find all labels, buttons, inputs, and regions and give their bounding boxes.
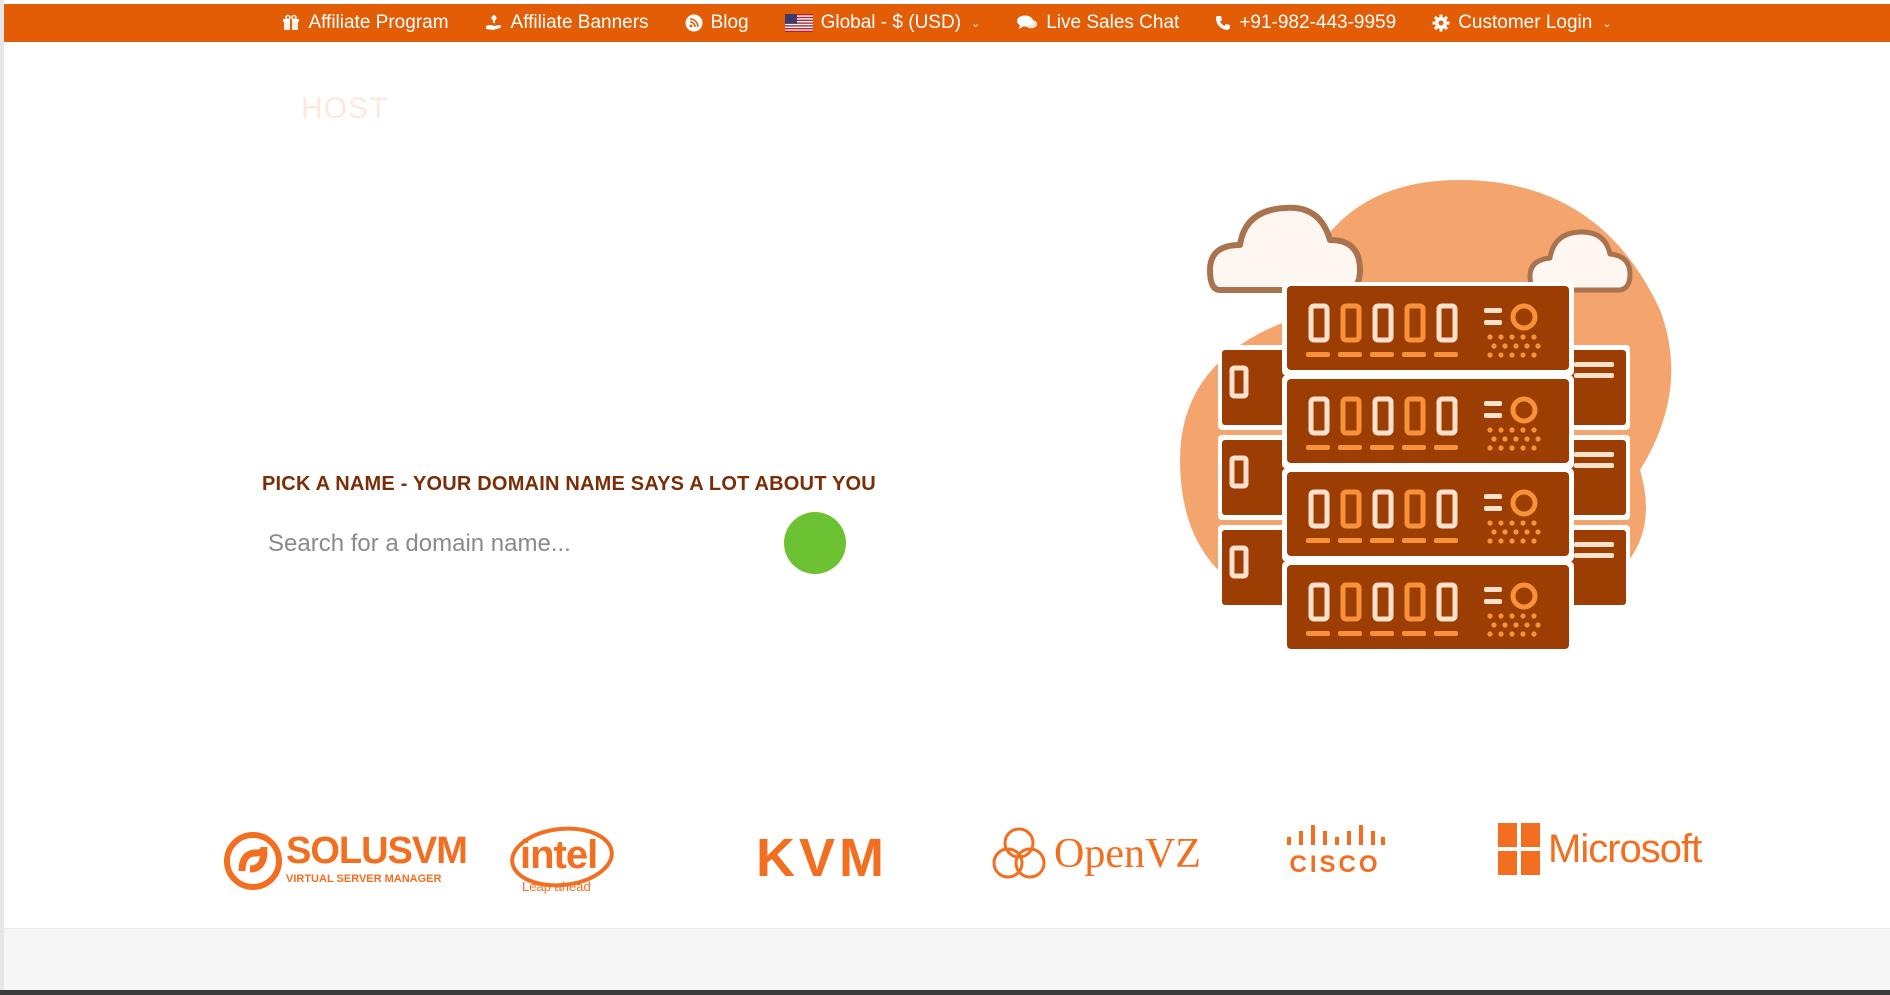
footer-band bbox=[4, 928, 1890, 990]
window-bottom-edge bbox=[0, 990, 1890, 995]
window-left-edge bbox=[0, 0, 4, 995]
live-sales-chat-link[interactable]: Live Sales Chat bbox=[1016, 12, 1179, 34]
affiliate-program-label: Affiliate Program bbox=[308, 12, 449, 33]
solusvm-name: SOLUSVM bbox=[286, 829, 468, 872]
server-rack-illustration bbox=[1180, 180, 1672, 655]
partner-logo-microsoft: Microsoft bbox=[1498, 823, 1702, 875]
chat-icon bbox=[1017, 15, 1038, 29]
gift-icon bbox=[283, 14, 300, 30]
customer-login-menu[interactable]: Customer Login ⌄ bbox=[1432, 12, 1612, 34]
chevron-down-icon: ⌄ bbox=[1602, 17, 1612, 30]
us-flag-icon bbox=[784, 14, 813, 32]
customer-login-label: Customer Login bbox=[1458, 12, 1593, 33]
phone-link[interactable]: +91-982-443-9959 bbox=[1215, 12, 1396, 34]
cisco-name: CISCO bbox=[1289, 851, 1381, 878]
affiliate-banners-link[interactable]: Affiliate Banners bbox=[485, 12, 649, 34]
top-navigation-bar: Affiliate Program Affiliate Banners Blog… bbox=[4, 4, 1890, 42]
gear-icon bbox=[1432, 14, 1450, 32]
hand-icon bbox=[485, 15, 501, 30]
blog-link[interactable]: Blog bbox=[685, 12, 749, 34]
chevron-down-icon: ⌄ bbox=[971, 17, 981, 30]
partner-logo-kvm: KVM bbox=[756, 827, 888, 889]
solusvm-tagline: VIRTUAL SERVER MANAGER bbox=[286, 872, 442, 885]
openvz-name: OpenVZ bbox=[1054, 831, 1201, 877]
affiliate-program-link[interactable]: Affiliate Program bbox=[282, 12, 449, 34]
phone-label: +91-982-443-9959 bbox=[1239, 12, 1397, 33]
intel-name: intel bbox=[520, 833, 598, 877]
blog-label: Blog bbox=[710, 12, 749, 33]
currency-label: Global - $ (USD) bbox=[820, 12, 962, 33]
partner-logo-openvz: OpenVZ bbox=[988, 823, 1201, 885]
partner-logo-intel: intel Leap ahead bbox=[510, 821, 620, 894]
partner-logo-cisco: CISCO bbox=[1285, 825, 1385, 879]
phone-icon bbox=[1216, 16, 1231, 30]
live-sales-chat-label: Live Sales Chat bbox=[1046, 12, 1180, 33]
intel-tagline: Leap ahead bbox=[522, 879, 591, 894]
currency-selector[interactable]: Global - $ (USD) ⌄ bbox=[784, 12, 981, 34]
hero-heading: PICK A NAME - YOUR DOMAIN NAME SAYS A LO… bbox=[262, 473, 876, 495]
affiliate-banners-label: Affiliate Banners bbox=[510, 12, 649, 33]
microsoft-windows-icon bbox=[1498, 823, 1540, 875]
cisco-bars-icon bbox=[1287, 825, 1385, 845]
partner-logos-strip: SOLUSVM VIRTUAL SERVER MANAGER intel Lea… bbox=[220, 815, 1702, 895]
kvm-name: KVM bbox=[756, 828, 888, 888]
microsoft-name: Microsoft bbox=[1548, 826, 1702, 871]
rss-icon bbox=[685, 14, 703, 32]
site-logo[interactable]: HOST bbox=[301, 92, 388, 126]
partner-logo-solusvm: SOLUSVM VIRTUAL SERVER MANAGER bbox=[224, 823, 468, 893]
domain-search-button[interactable] bbox=[784, 512, 846, 574]
openvz-icon bbox=[992, 827, 1046, 879]
solusvm-icon bbox=[224, 832, 282, 890]
domain-search-input[interactable] bbox=[262, 522, 782, 566]
